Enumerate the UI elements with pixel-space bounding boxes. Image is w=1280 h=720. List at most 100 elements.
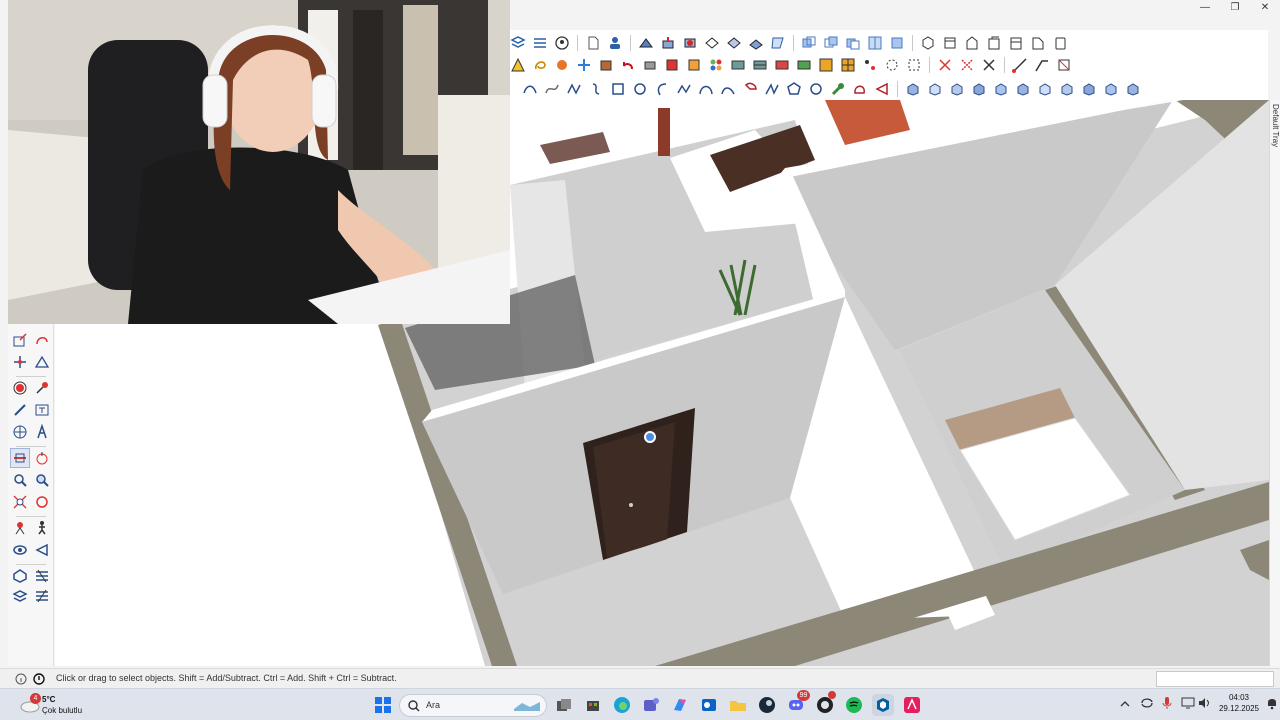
file-explorer-app[interactable] — [727, 694, 749, 716]
axes-icon[interactable] — [574, 55, 594, 75]
dots-icon[interactable] — [860, 55, 880, 75]
extrude-loft-icon[interactable] — [1013, 79, 1033, 99]
close-button[interactable]: ✕ — [1250, 0, 1280, 14]
show-hidden-icons[interactable] — [1120, 696, 1130, 714]
circle-icon[interactable] — [630, 79, 650, 99]
polygon-icon[interactable] — [784, 79, 804, 99]
extrude-faces-icon[interactable] — [969, 79, 989, 99]
intersect-icon[interactable] — [680, 33, 700, 53]
two-point-arc-icon[interactable] — [696, 79, 716, 99]
union-icon[interactable] — [799, 33, 819, 53]
frame-icon[interactable] — [1054, 55, 1074, 75]
extension-red-icon[interactable] — [662, 55, 682, 75]
instructor-icon[interactable] — [32, 672, 46, 686]
text-label-icon[interactable] — [32, 400, 52, 420]
fillet-icon[interactable] — [872, 79, 892, 99]
move-icon[interactable] — [10, 352, 30, 372]
undo-icon[interactable] — [618, 55, 638, 75]
outer-shell-icon[interactable] — [724, 33, 744, 53]
sandbox-tool-icon[interactable] — [10, 566, 30, 586]
extrude-edges-icon[interactable] — [947, 79, 967, 99]
trim-icon[interactable] — [843, 33, 863, 53]
system-clock[interactable]: 04:03 29.12.2025 — [1216, 692, 1262, 714]
extrude-icon[interactable] — [903, 79, 923, 99]
top-view-icon[interactable] — [940, 33, 960, 53]
start-button[interactable] — [372, 694, 394, 716]
iso-view-icon[interactable] — [918, 33, 938, 53]
cross-dashed-icon[interactable] — [957, 55, 977, 75]
polyline-icon[interactable] — [762, 79, 782, 99]
stamp-icon[interactable] — [746, 33, 766, 53]
zoom-window-icon[interactable] — [32, 470, 52, 490]
minimize-button[interactable]: — — [1190, 0, 1220, 14]
pin-icon[interactable] — [32, 378, 52, 398]
extrude-bridge-icon[interactable] — [1123, 79, 1143, 99]
task-view-button[interactable] — [553, 694, 575, 716]
microphone-tray-icon[interactable] — [1162, 696, 1172, 715]
sketchup-app[interactable] — [872, 694, 894, 716]
extension-box-icon[interactable] — [684, 55, 704, 75]
spline-icon[interactable] — [586, 79, 606, 99]
copilot-app[interactable] — [669, 694, 691, 716]
protractor-icon[interactable] — [32, 352, 52, 372]
freehand-icon[interactable] — [674, 79, 694, 99]
outlook-app[interactable] — [698, 694, 720, 716]
store-app[interactable] — [582, 694, 604, 716]
rotate-icon[interactable] — [32, 330, 52, 350]
steam-app[interactable] — [756, 694, 778, 716]
weather-widget[interactable]: 4 5°C Çok bulutlu — [20, 693, 110, 717]
extrude-divide-icon[interactable] — [1057, 79, 1077, 99]
grid-green-icon[interactable] — [794, 55, 814, 75]
measurements-box[interactable] — [1156, 671, 1274, 687]
component-icon[interactable] — [596, 55, 616, 75]
bezier-icon[interactable] — [542, 79, 562, 99]
wrench-icon[interactable] — [828, 79, 848, 99]
position-camera-icon[interactable] — [10, 518, 30, 538]
axes-tool-icon[interactable] — [10, 422, 30, 442]
section-fill-icon[interactable] — [32, 448, 52, 468]
follow-me-icon[interactable] — [636, 33, 656, 53]
default-tray[interactable]: Default Tray — [1269, 100, 1280, 666]
notifications-tray-icon[interactable] — [1266, 696, 1278, 715]
three-point-arc-icon[interactable] — [718, 79, 738, 99]
edge-app[interactable] — [611, 694, 633, 716]
pie-icon[interactable] — [740, 79, 760, 99]
discord-app[interactable]: 99 — [785, 690, 810, 716]
user-icon[interactable] — [605, 33, 625, 53]
extrude-align-icon[interactable] — [1079, 79, 1099, 99]
extrude-skin-icon[interactable] — [1035, 79, 1055, 99]
layers-icon[interactable] — [508, 33, 528, 53]
circle-dots-icon[interactable] — [882, 55, 902, 75]
account-icon[interactable] — [552, 33, 572, 53]
curve-icon[interactable] — [564, 79, 584, 99]
line-corner-icon[interactable] — [1032, 55, 1052, 75]
sandbox-icon[interactable] — [702, 33, 722, 53]
section-plane-icon[interactable] — [10, 448, 30, 468]
scale-icon[interactable] — [10, 330, 30, 350]
walk-icon[interactable] — [32, 518, 52, 538]
paint-icon[interactable] — [552, 55, 572, 75]
warning-icon[interactable] — [508, 55, 528, 75]
grid-red-icon[interactable] — [772, 55, 792, 75]
table-icon[interactable] — [750, 55, 770, 75]
tape-measure-icon[interactable] — [10, 400, 30, 420]
styles-icon[interactable] — [530, 33, 550, 53]
default-tray-label[interactable]: Default Tray — [1271, 104, 1280, 147]
github-app[interactable] — [814, 691, 836, 716]
3d-text-icon[interactable] — [32, 422, 52, 442]
left-view-icon[interactable] — [1028, 33, 1048, 53]
split-icon[interactable] — [865, 33, 885, 53]
extrude-capsule-icon[interactable] — [1101, 79, 1121, 99]
cross-icon[interactable] — [935, 55, 955, 75]
drape-icon[interactable] — [768, 33, 788, 53]
arc-icon[interactable] — [652, 79, 672, 99]
lasso-icon[interactable] — [530, 55, 550, 75]
offset-icon[interactable] — [806, 79, 826, 99]
solid-inspector-icon[interactable] — [32, 566, 52, 586]
paint-bucket-icon[interactable] — [10, 378, 30, 398]
affinity-app[interactable] — [901, 694, 923, 716]
extrude-path-icon[interactable] — [925, 79, 945, 99]
interact-icon[interactable] — [32, 540, 52, 560]
zoom-extents-icon[interactable] — [10, 492, 30, 512]
taskbar-search[interactable]: Ara — [399, 694, 547, 717]
